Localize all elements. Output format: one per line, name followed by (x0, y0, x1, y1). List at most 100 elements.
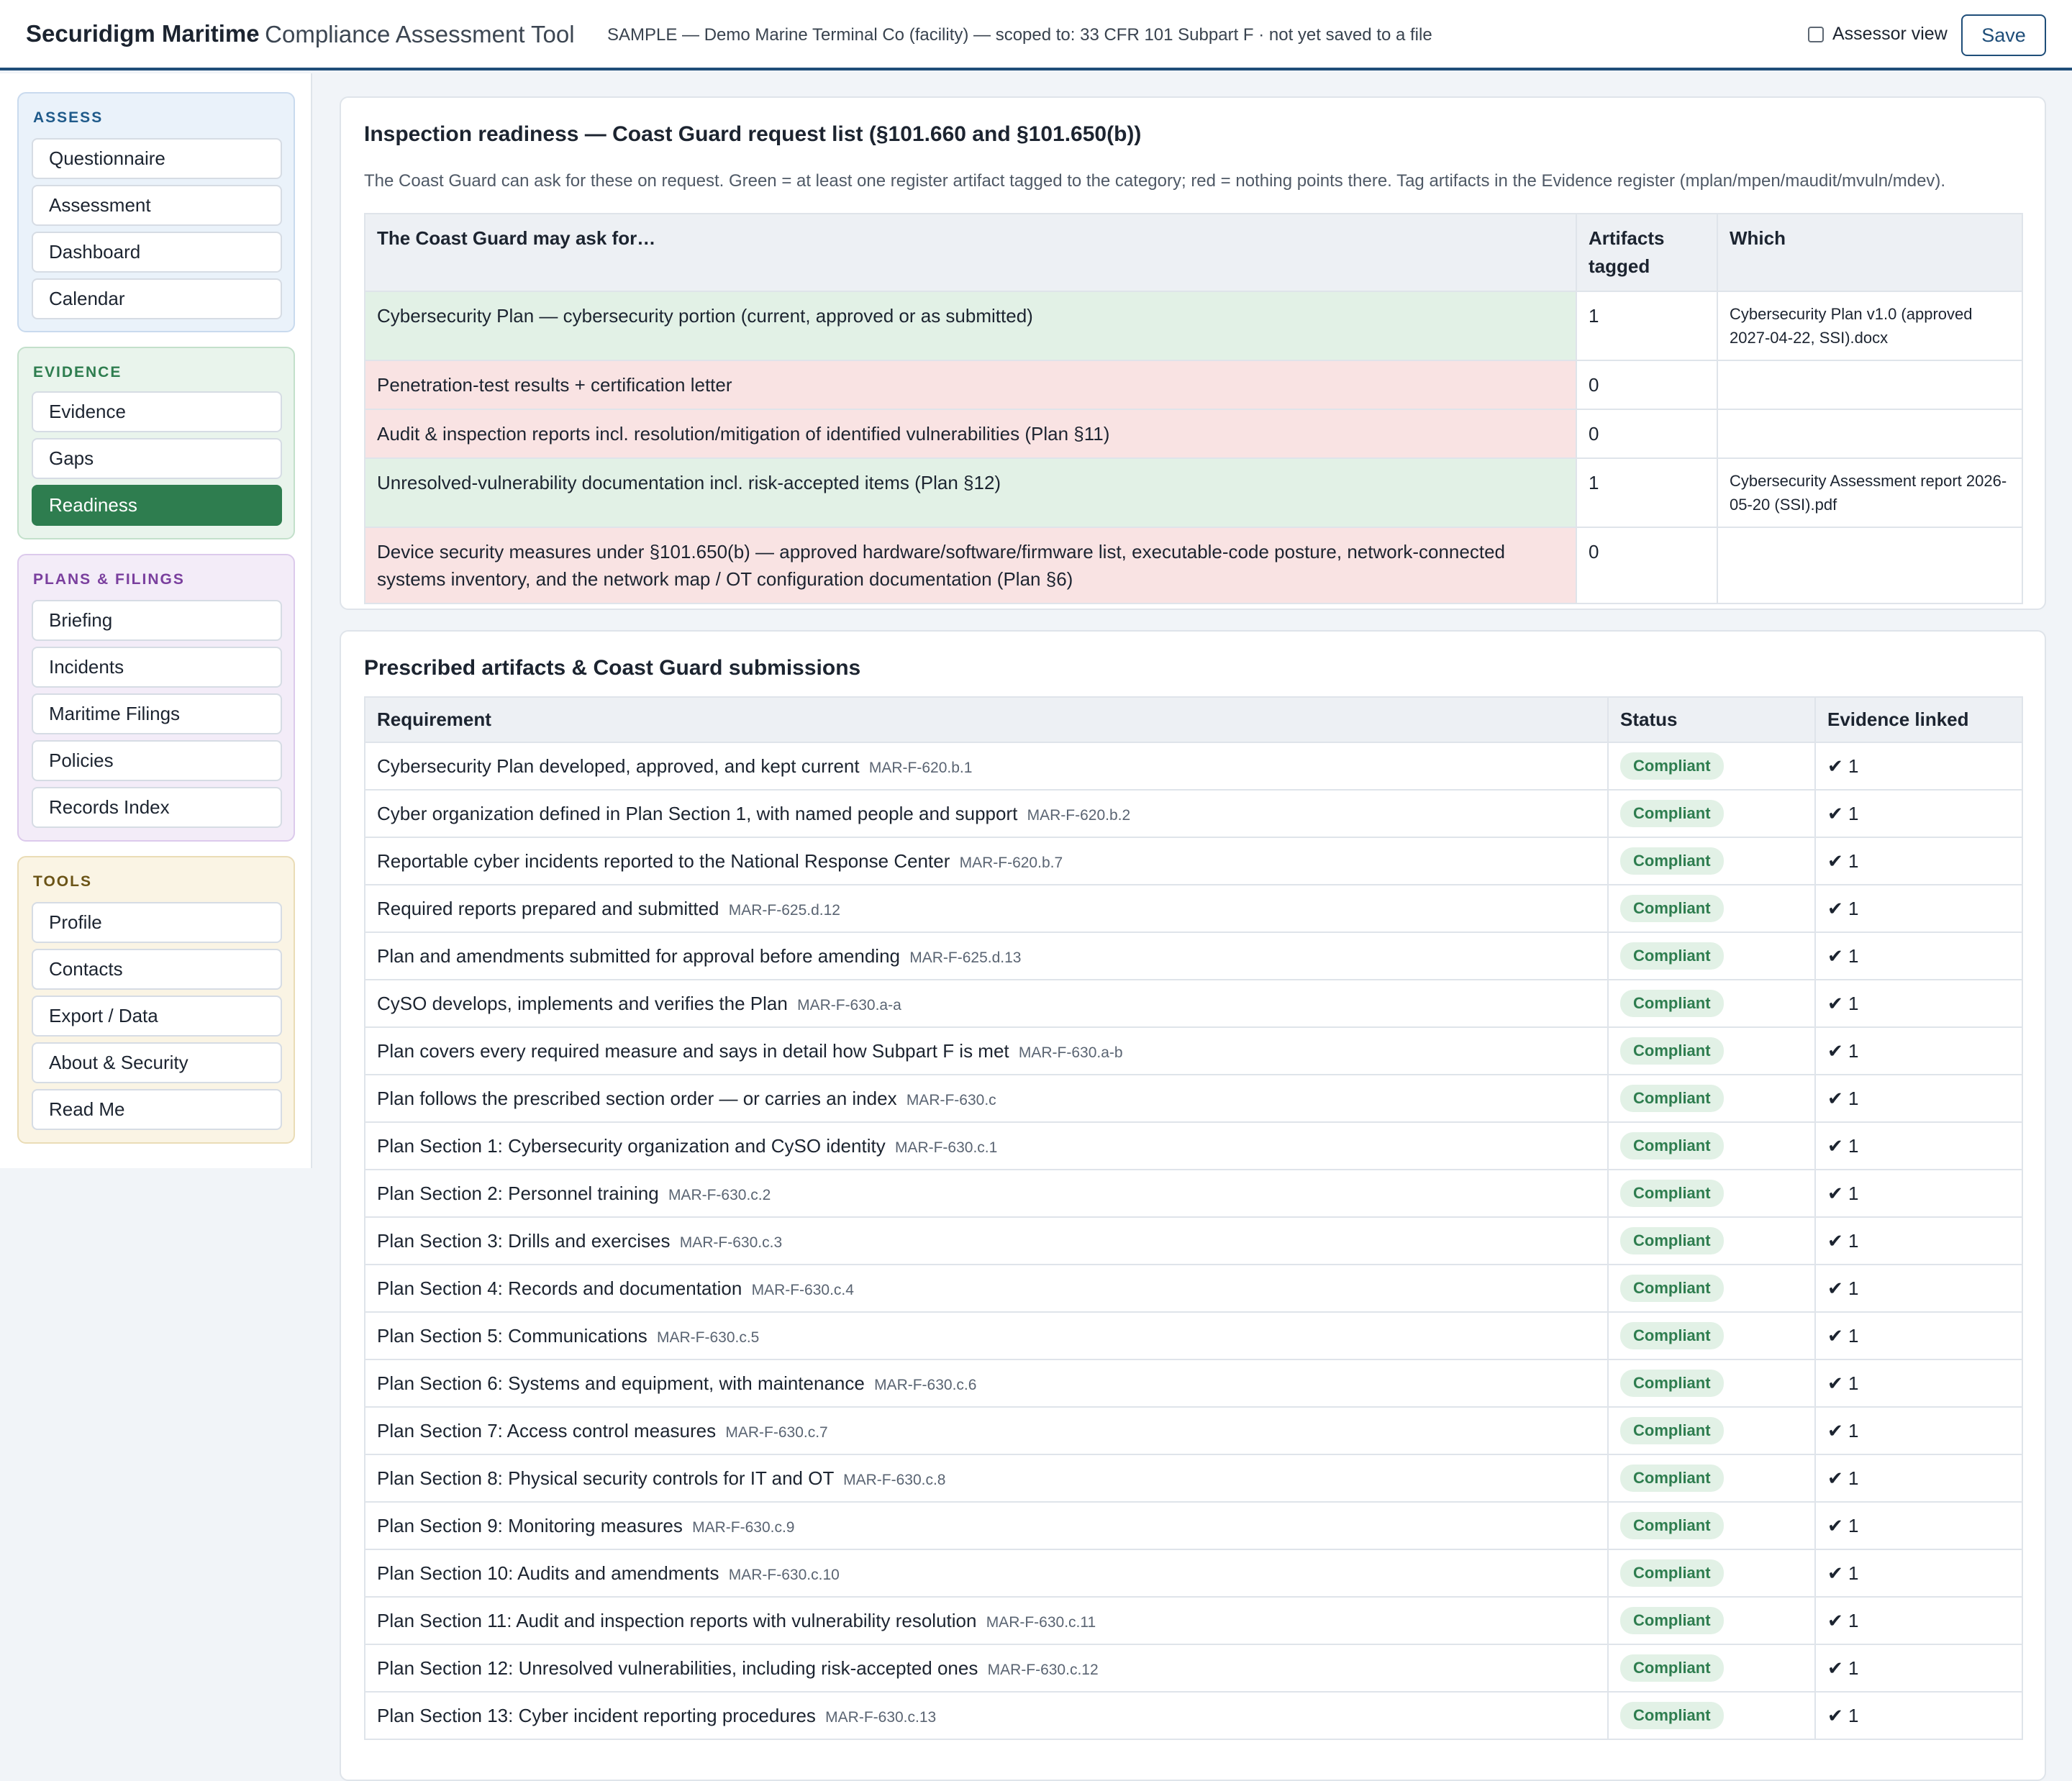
requirement-code: MAR-F-630.c.11 (986, 1613, 1096, 1631)
requirement-row[interactable]: Plan Section 4: Records and documentatio… (364, 1264, 2023, 1313)
requirement-row[interactable]: CySO develops, implements and verifies t… (364, 979, 2023, 1028)
nav-item-dashboard[interactable]: Dashboard (32, 232, 282, 273)
requirement-row[interactable]: Required reports prepared and submitted … (364, 884, 2023, 933)
requirement-row[interactable]: Cyber organization defined in Plan Secti… (364, 789, 2023, 838)
requirement-code: MAR-F-630.c.4 (751, 1281, 854, 1298)
artifact-file (1717, 409, 2023, 459)
assessor-view-toggle[interactable]: Assessor view (1808, 24, 1948, 45)
nav-item-policies[interactable]: Policies (32, 740, 282, 781)
requirement-text: Plan Section 13: Cyber incident reportin… (377, 1704, 816, 1726)
evidence-linked-count: ✔ 1 (1827, 1039, 1859, 1062)
nav-group-tools: TOOLS Profile Contacts Export / Data Abo… (17, 856, 295, 1144)
requirement-row[interactable]: Plan Section 3: Drills and exercises MAR… (364, 1216, 2023, 1265)
evidence-linked-cell: ✔ 1 (1814, 1501, 2023, 1550)
requirement-text: Plan Section 7: Access control measures (377, 1419, 717, 1441)
evidence-linked-cell: ✔ 1 (1814, 884, 2023, 933)
prescribed-table: Requirement Status Evidence linked Cyber… (364, 696, 2023, 1740)
evidence-linked-cell: ✔ 1 (1814, 1596, 2023, 1645)
nav-group-title: EVIDENCE (33, 364, 122, 381)
status-cell: Compliant (1607, 932, 1816, 980)
requirement-text: Plan Section 12: Unresolved vulnerabilit… (377, 1657, 978, 1679)
nav-item-readiness[interactable]: Readiness (32, 485, 282, 526)
requirement-row[interactable]: Plan Section 11: Audit and inspection re… (364, 1596, 2023, 1645)
requirement-code: MAR-F-625.d.13 (909, 949, 1022, 966)
requirement-code: MAR-F-630.c.7 (725, 1424, 828, 1441)
readiness-row: Audit & inspection reports incl. resolut… (364, 409, 2023, 459)
nav-item-export-data[interactable]: Export / Data (32, 996, 282, 1037)
nav-item-assessment[interactable]: Assessment (32, 185, 282, 226)
status-cell: Compliant (1607, 1644, 1816, 1693)
status-badge: Compliant (1620, 1702, 1724, 1729)
nav-item-briefing[interactable]: Briefing (32, 600, 282, 641)
nav-item-read-me[interactable]: Read Me (32, 1089, 282, 1130)
evidence-linked-count: ✔ 1 (1827, 849, 1859, 872)
status-badge: Compliant (1620, 1512, 1724, 1539)
nav-item-about-security[interactable]: About & Security (32, 1042, 282, 1083)
nav-item-gaps[interactable]: Gaps (32, 438, 282, 479)
requirement-cell: Plan Section 3: Drills and exercises MAR… (364, 1216, 1609, 1265)
save-button[interactable]: Save (1961, 14, 2046, 56)
readiness-table: The Coast Guard may ask for… Artifacts t… (364, 213, 2023, 604)
requirement-text: CySO develops, implements and verifies t… (377, 992, 788, 1014)
nav-group-title: PLANS & FILINGS (33, 571, 185, 588)
requirement-row[interactable]: Plan Section 5: Communications MAR-F-630… (364, 1311, 2023, 1360)
column-header: Artifacts tagged (1576, 213, 1718, 292)
evidence-linked-cell: ✔ 1 (1814, 1074, 2023, 1123)
requirement-code: MAR-F-620.b.2 (1027, 806, 1131, 824)
requirement-code: MAR-F-630.c.8 (843, 1471, 946, 1488)
status-badge: Compliant (1620, 1607, 1724, 1634)
requirement-cell: Plan Section 8: Physical security contro… (364, 1454, 1609, 1503)
nav-item-incidents[interactable]: Incidents (32, 647, 282, 688)
requirement-row[interactable]: Plan Section 9: Monitoring measures MAR-… (364, 1501, 2023, 1550)
evidence-linked-count: ✔ 1 (1827, 1562, 1859, 1584)
evidence-linked-cell: ✔ 1 (1814, 1691, 2023, 1740)
requirement-cell: Plan and amendments submitted for approv… (364, 932, 1609, 980)
requirement-row[interactable]: Reportable cyber incidents reported to t… (364, 837, 2023, 885)
requirement-row[interactable]: Plan covers every required measure and s… (364, 1026, 2023, 1075)
requirement-cell: Plan Section 13: Cyber incident reportin… (364, 1691, 1609, 1740)
nav-item-calendar[interactable]: Calendar (32, 278, 282, 319)
nav-item-maritime-filings[interactable]: Maritime Filings (32, 693, 282, 734)
evidence-linked-cell: ✔ 1 (1814, 1264, 2023, 1313)
nav-item-profile[interactable]: Profile (32, 902, 282, 943)
requirement-row[interactable]: Cybersecurity Plan developed, approved, … (364, 742, 2023, 791)
status-badge: Compliant (1620, 1275, 1724, 1302)
status-cell: Compliant (1607, 1596, 1816, 1645)
requirement-text: Plan Section 2: Personnel training (377, 1182, 659, 1204)
nav-item-contacts[interactable]: Contacts (32, 949, 282, 990)
nav-item-questionnaire[interactable]: Questionnaire (32, 138, 282, 179)
requirement-row[interactable]: Plan Section 10: Audits and amendments M… (364, 1549, 2023, 1598)
evidence-linked-count: ✔ 1 (1827, 1277, 1859, 1299)
evidence-linked-count: ✔ 1 (1827, 755, 1859, 777)
requirement-row[interactable]: Plan and amendments submitted for approv… (364, 932, 2023, 980)
requirement-cell: Plan Section 6: Systems and equipment, w… (364, 1359, 1609, 1408)
requirement-code: MAR-F-625.d.12 (728, 901, 840, 919)
artifact-file (1717, 360, 2023, 410)
requirement-row[interactable]: Plan Section 6: Systems and equipment, w… (364, 1359, 2023, 1408)
evidence-linked-cell: ✔ 1 (1814, 1311, 2023, 1360)
requirement-row[interactable]: Plan follows the prescribed section orde… (364, 1074, 2023, 1123)
status-cell: Compliant (1607, 1169, 1816, 1218)
readiness-row: Unresolved-vulnerability documentation i… (364, 457, 2023, 528)
evidence-linked-cell: ✔ 1 (1814, 932, 2023, 980)
readiness-row: Penetration-test results + certification… (364, 360, 2023, 410)
evidence-linked-cell: ✔ 1 (1814, 1121, 2023, 1170)
app-subtitle: · Compliance Assessment Tool (250, 21, 575, 47)
requirement-row[interactable]: Plan Section 8: Physical security contro… (364, 1454, 2023, 1503)
evidence-linked-count: ✔ 1 (1827, 1229, 1859, 1252)
artifact-file (1717, 527, 2023, 604)
requirement-row[interactable]: Plan Section 13: Cyber incident reportin… (364, 1691, 2023, 1740)
nav-item-evidence[interactable]: Evidence (32, 391, 282, 432)
requirement-row[interactable]: Plan Section 12: Unresolved vulnerabilit… (364, 1644, 2023, 1693)
status-cell: Compliant (1607, 884, 1816, 933)
status-badge: Compliant (1620, 1465, 1724, 1492)
requirement-row[interactable]: Plan Section 7: Access control measures … (364, 1406, 2023, 1455)
nav-item-records-index[interactable]: Records Index (32, 787, 282, 828)
assessor-view-checkbox[interactable] (1808, 26, 1824, 42)
requirement-row[interactable]: Plan Section 1: Cybersecurity organizati… (364, 1121, 2023, 1170)
requirement-cell: Plan Section 9: Monitoring measures MAR-… (364, 1501, 1609, 1550)
evidence-linked-cell: ✔ 1 (1814, 1644, 2023, 1693)
artifacts-count: 0 (1576, 360, 1718, 410)
requirement-row[interactable]: Plan Section 2: Personnel training MAR-F… (364, 1169, 2023, 1218)
request-item: Cybersecurity Plan — cybersecurity porti… (364, 291, 1577, 361)
